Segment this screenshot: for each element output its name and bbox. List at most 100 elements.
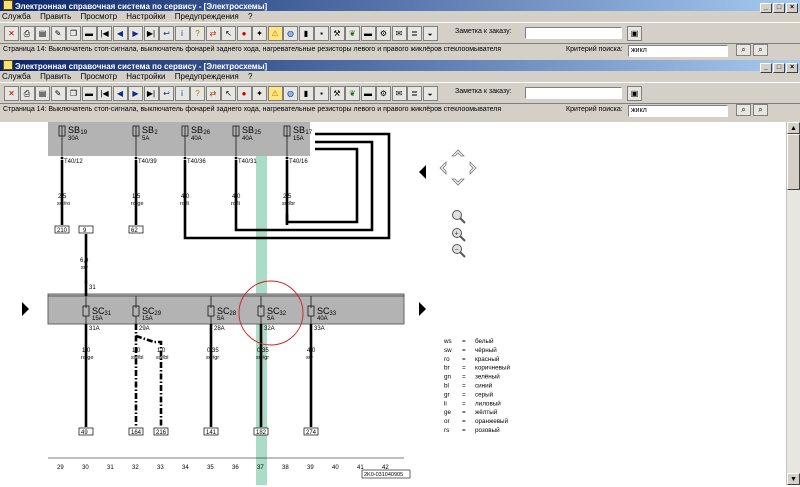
stop-icon[interactable]: ● [236,86,252,101]
save-icon[interactable]: ▪ [314,86,329,101]
gear-icon[interactable]: ⚙ [376,86,391,101]
mail-icon[interactable]: ✉ [391,86,407,101]
last-page-icon[interactable]: ▶| [143,86,159,101]
maximize-icon[interactable]: □ [773,3,785,13]
close-icon[interactable]: × [786,3,798,13]
leaf-icon[interactable]: ❦ [345,86,360,101]
close-icon[interactable]: × [786,63,798,73]
swap-icon[interactable]: ⇄ [205,26,221,41]
order-note-field[interactable] [525,87,622,99]
diagram-canvas[interactable]: SB 19 30A T40/12 2,5 sw/ro 210 SB 2 5A T40/39 1,5 ro… [0,122,787,485]
prev-page-icon[interactable]: ◀ [112,86,128,101]
help-icon[interactable]: ? [190,86,205,101]
edit-icon[interactable]: ✎ [50,26,66,41]
battery-icon[interactable]: ▮ [298,86,314,101]
stop-icon[interactable]: ● [236,26,252,41]
prev-page-icon[interactable]: ◀ [112,26,128,41]
menu-item-service[interactable]: Служба [2,12,31,21]
next-page-icon[interactable]: ▶ [128,86,143,101]
scroll-thumb[interactable] [787,134,800,190]
outer-window: Электронная справочная система по сервис… [0,0,800,60]
inner-page-bar: Страница 14: Выключатель стоп-сигнала, в… [0,104,800,117]
search-next-button[interactable]: ⌕ [753,104,768,116]
menu-item-edit[interactable]: Править [40,72,71,81]
minimize-icon[interactable]: _ [760,63,772,73]
search-field[interactable]: жикл [628,105,728,117]
menu-item-service[interactable]: Служба [2,72,31,81]
order-note-button[interactable]: ▣ [627,86,642,101]
menu-item-settings[interactable]: Настройки [126,72,165,81]
scale-number: 35 [207,465,214,471]
search-field[interactable]: жикл [628,45,728,57]
menu-item-view[interactable]: Просмотр [81,72,118,81]
print-icon[interactable]: ⎙ [19,86,35,101]
car2-icon[interactable]: ▬ [360,26,376,41]
document-icon[interactable]: ▤ [35,26,50,41]
save-icon[interactable]: ▪ [314,26,329,41]
car-icon[interactable]: ▬ [81,86,97,101]
help-icon[interactable]: ? [190,26,205,41]
battery-icon[interactable]: ▮ [298,26,314,41]
engine-icon[interactable]: ✦ [252,26,267,41]
restore-icon[interactable]: □ [773,63,785,73]
notes-icon[interactable]: ≣ [407,86,422,101]
engine-icon[interactable]: ✦ [252,86,267,101]
notes-icon[interactable]: ≣ [407,26,422,41]
next-page-icon[interactable]: ▶ [128,26,143,41]
car-icon[interactable]: ▬ [81,26,97,41]
wire-color: sw/ro [57,201,70,207]
exit-icon[interactable]: ✕ [4,86,19,101]
warning-icon[interactable]: ⚠ [267,26,283,41]
copy-icon[interactable]: ❐ [66,86,81,101]
copy-icon[interactable]: ❐ [66,26,81,41]
first-page-icon[interactable]: |◀ [97,86,112,101]
menu-item-view[interactable]: Просмотр [81,12,118,21]
edit-icon[interactable]: ✎ [50,86,66,101]
scroll-up-icon[interactable]: ▲ [787,122,800,134]
first-page-icon[interactable]: |◀ [97,26,112,41]
scale-number: 37 [257,465,264,471]
legend-color-name: зелёный [475,373,500,381]
mail-icon[interactable]: ✉ [391,26,407,41]
vertical-scrollbar[interactable]: ▲ ▼ [786,122,800,485]
warning-icon[interactable]: ⚠ [267,86,283,101]
wrench-icon[interactable]: ⚒ [329,26,345,41]
menu-item-help[interactable]: ? [248,12,252,21]
last-page-icon[interactable]: ▶| [143,26,159,41]
back-icon[interactable]: ↩ [159,26,174,41]
terminal-label: T40/31 [238,159,257,165]
menu-item-warnings[interactable]: Предупреждения [175,72,239,81]
exit-icon[interactable]: ✕ [4,26,19,41]
schema-icon[interactable]: ◒ [422,86,438,101]
search-button[interactable]: ⌕ [736,104,751,116]
globe-icon[interactable]: ◍ [283,26,298,41]
info-icon[interactable]: i [174,26,190,41]
globe-icon[interactable]: ◍ [283,86,298,101]
search-next-button[interactable]: ⌕ [753,44,768,56]
leaf-icon[interactable]: ❦ [345,26,360,41]
document-icon[interactable]: ▤ [35,86,50,101]
scroll-down-icon[interactable]: ▼ [787,473,800,485]
search-button[interactable]: ⌕ [736,44,751,56]
menu-item-settings[interactable]: Настройки [126,12,165,21]
swap-icon[interactable]: ⇄ [205,86,221,101]
fuse-amperage: 40A [317,316,328,322]
legend-color-name: коричневый [475,364,510,372]
gear-icon[interactable]: ⚙ [376,26,391,41]
info-icon[interactable]: i [174,86,190,101]
schema-icon[interactable]: ◒ [422,26,438,41]
cursor-icon[interactable]: ↖ [221,26,236,41]
outer-window-controls: _ □ × [759,1,798,13]
minimize-icon[interactable]: _ [760,3,772,13]
back-icon[interactable]: ↩ [159,86,174,101]
car2-icon[interactable]: ▬ [360,86,376,101]
order-note-field[interactable] [525,27,622,39]
menu-item-help[interactable]: ? [248,72,252,81]
print-icon[interactable]: ⎙ [19,26,35,41]
wrench-icon[interactable]: ⚒ [329,86,345,101]
page-description: Страница 14: Выключатель стоп-сигнала, в… [3,46,502,53]
menu-item-warnings[interactable]: Предупреждения [175,12,239,21]
menu-item-edit[interactable]: Править [40,12,71,21]
cursor-icon[interactable]: ↖ [221,86,236,101]
order-note-button[interactable]: ▣ [627,26,642,41]
